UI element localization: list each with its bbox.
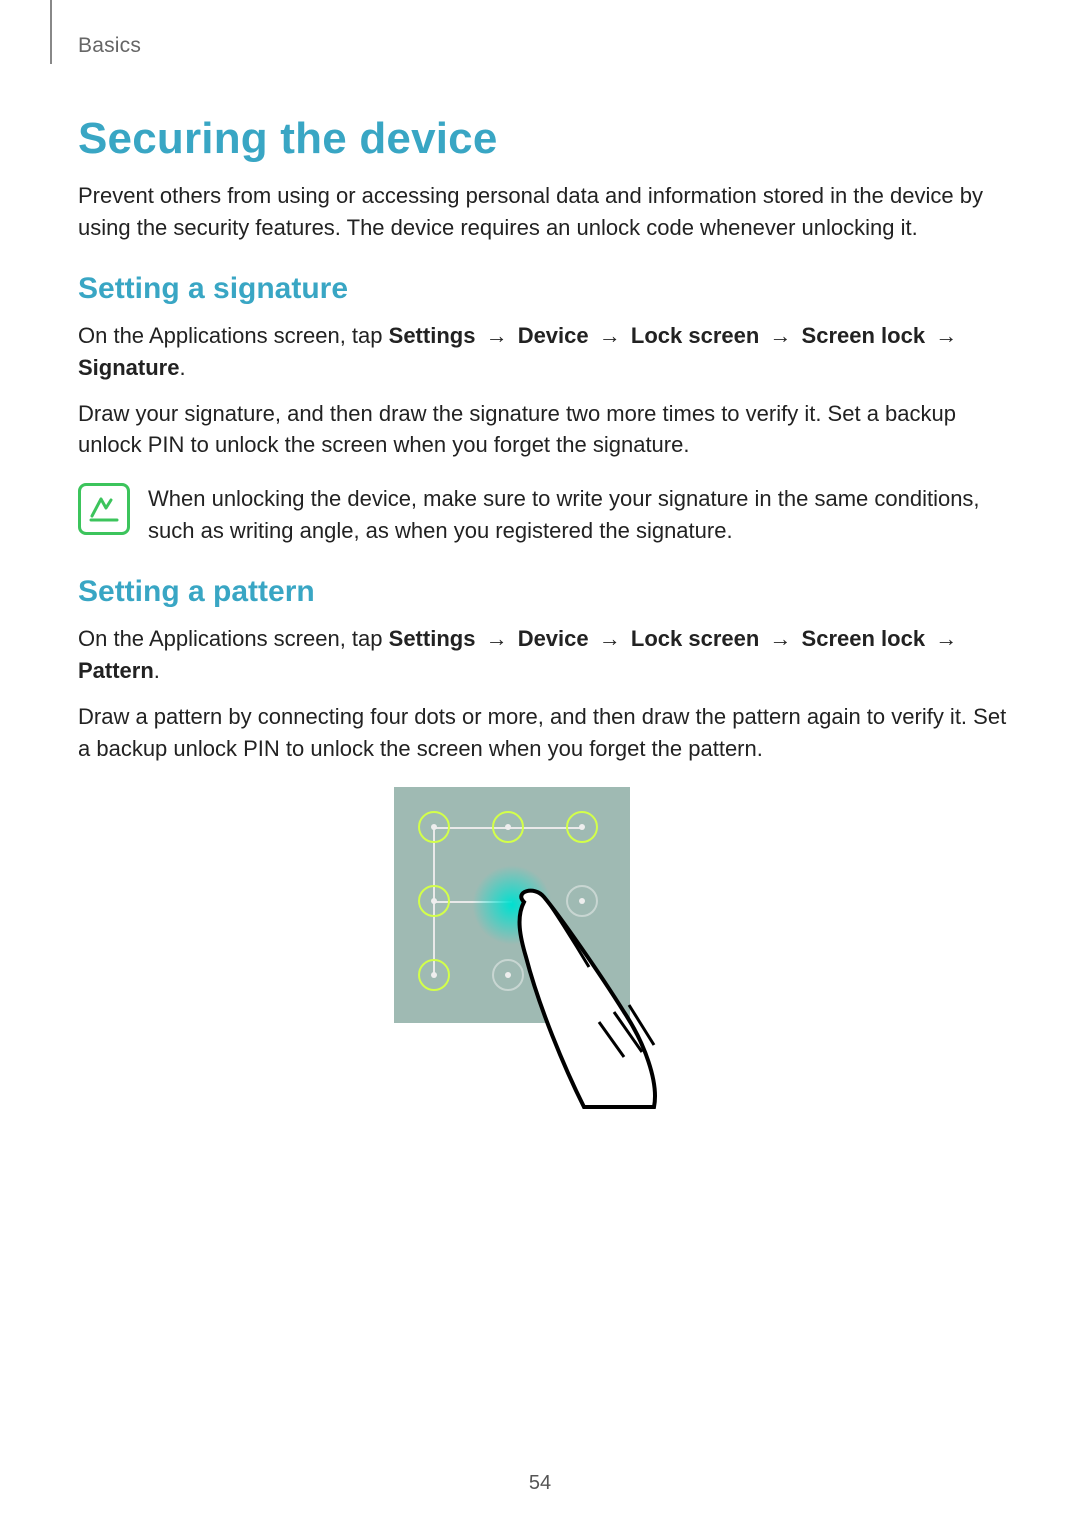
pattern-dot: [418, 811, 450, 843]
arrow-icon: →: [482, 320, 512, 352]
note-text: When unlocking the device, make sure to …: [148, 483, 1010, 547]
arrow-icon: →: [931, 320, 961, 352]
header-rule: [50, 0, 52, 64]
path-step: Settings: [389, 323, 476, 348]
path-step: Pattern: [78, 658, 154, 683]
note-icon: [78, 483, 130, 535]
pattern-figure: [78, 787, 1010, 1107]
arrow-icon: →: [765, 320, 795, 352]
arrow-icon: →: [482, 623, 512, 655]
path-step: Screen lock: [802, 323, 926, 348]
path-step: Device: [518, 626, 589, 651]
arrow-icon: →: [595, 320, 625, 352]
path-suffix: .: [154, 658, 160, 683]
path-step: Screen lock: [802, 626, 926, 651]
path-prefix: On the Applications screen, tap: [78, 626, 389, 651]
arrow-icon: →: [765, 623, 795, 655]
subheading-signature: Setting a signature: [78, 272, 1010, 306]
page-number: 54: [0, 1472, 1080, 1495]
finger-icon: [504, 887, 674, 1117]
path-step: Lock screen: [631, 626, 759, 651]
manual-page: Basics Securing the device Prevent other…: [0, 0, 1080, 1527]
path-step: Lock screen: [631, 323, 759, 348]
pattern-dot: [566, 811, 598, 843]
pattern-dot: [418, 885, 450, 917]
pattern-dot: [492, 811, 524, 843]
subheading-pattern: Setting a pattern: [78, 575, 1010, 609]
arrow-icon: →: [595, 623, 625, 655]
path-suffix: .: [179, 355, 185, 380]
page-title: Securing the device: [78, 114, 1010, 164]
nav-path-pattern: On the Applications screen, tap Settings…: [78, 623, 1010, 687]
arrow-icon: →: [931, 623, 961, 655]
path-prefix: On the Applications screen, tap: [78, 323, 389, 348]
pattern-body: Draw a pattern by connecting four dots o…: [78, 701, 1010, 765]
path-step: Settings: [389, 626, 476, 651]
nav-path-signature: On the Applications screen, tap Settings…: [78, 320, 1010, 384]
pattern-dot: [418, 959, 450, 991]
path-step: Device: [518, 323, 589, 348]
note-block: When unlocking the device, make sure to …: [78, 483, 1010, 547]
signature-body: Draw your signature, and then draw the s…: [78, 398, 1010, 462]
path-step: Signature: [78, 355, 179, 380]
section-breadcrumb: Basics: [78, 34, 1010, 58]
intro-paragraph: Prevent others from using or accessing p…: [78, 180, 1010, 244]
